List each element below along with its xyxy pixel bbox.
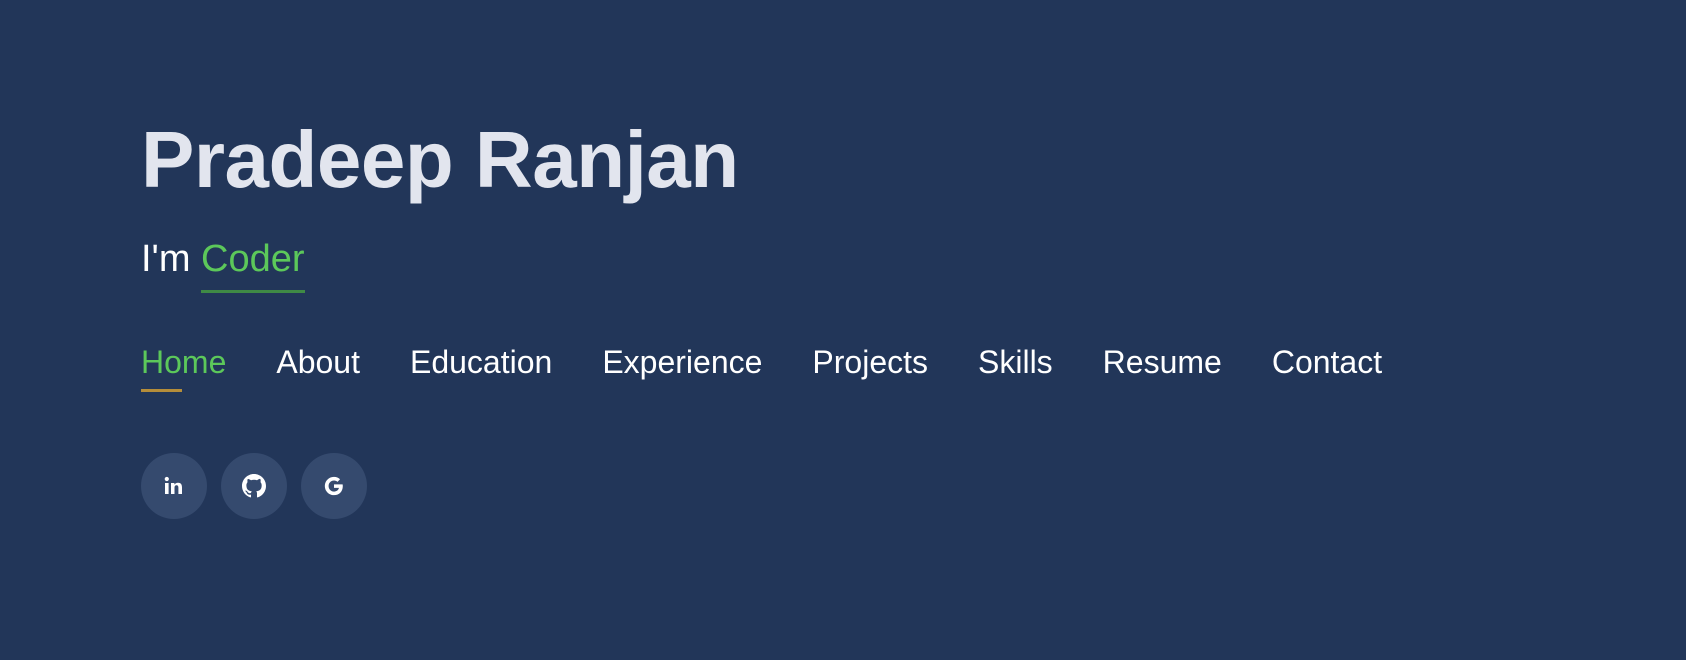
hero-section: Pradeep Ranjan I'm Coder Home About Educ… [141,0,1541,660]
linkedin-button[interactable] [141,453,207,519]
nav-item-skills[interactable]: Skills [978,342,1053,382]
nav-item-contact[interactable]: Contact [1272,342,1382,382]
google-icon [324,476,343,496]
nav-item-resume[interactable]: Resume [1103,342,1222,382]
nav-item-education[interactable]: Education [410,342,552,382]
google-button[interactable] [301,453,367,519]
nav-item-experience[interactable]: Experience [602,342,762,382]
tagline-prefix: I'm [141,238,202,280]
hero-tagline: I'm Coder [141,236,305,293]
github-button[interactable] [221,453,287,519]
nav-item-home[interactable]: Home [141,342,226,392]
github-icon [242,474,266,498]
linkedin-icon [164,476,182,494]
hero-name: Pradeep Ranjan [141,115,739,204]
nav-item-about[interactable]: About [276,342,360,382]
tagline-role: Coder [201,238,305,293]
main-nav: Home About Education Experience Projects… [141,342,1432,392]
social-links [141,453,381,519]
nav-item-projects[interactable]: Projects [812,342,928,382]
